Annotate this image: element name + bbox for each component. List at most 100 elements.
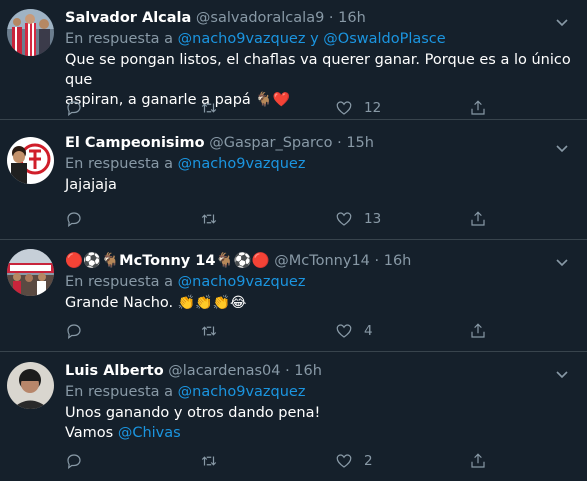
- avatar[interactable]: [7, 249, 54, 296]
- user-handle[interactable]: @salvadoralcala9: [196, 10, 324, 26]
- reply-button[interactable]: [65, 208, 83, 230]
- like-count: 4: [364, 323, 373, 339]
- share-button[interactable]: [469, 450, 487, 472]
- tweet-actions: 12: [65, 97, 565, 119]
- reply-conjunction: y: [310, 31, 319, 47]
- tweet-header: Luis Alberto @lacardenas04 · 16h: [65, 361, 575, 381]
- like-count: 12: [364, 100, 382, 116]
- avatar[interactable]: [7, 137, 54, 184]
- tweet-text-line: Que se pongan listos, el chaflas va quer…: [65, 52, 571, 88]
- tweet-text: Grande Nacho. 👏👏👏😂: [65, 293, 575, 313]
- tweet-text: Jajajaja: [65, 177, 117, 193]
- display-name[interactable]: El Campeonisimo: [65, 135, 205, 151]
- retweet-icon: [201, 103, 217, 113]
- reply-context: En respuesta a @nacho9vazquez: [65, 272, 575, 292]
- user-handle[interactable]: @lacardenas04: [168, 363, 280, 379]
- user-handle[interactable]: @McTonny14: [274, 253, 370, 269]
- share-icon: [471, 453, 485, 468]
- reply-prefix: En respuesta a: [65, 274, 174, 290]
- timestamp[interactable]: 16h: [338, 10, 366, 26]
- reply-icon: [67, 454, 81, 470]
- tweet-header: Salvador Alcala @salvadoralcala9 · 16h: [65, 8, 575, 28]
- mention-link[interactable]: @Chivas: [118, 425, 181, 441]
- share-button[interactable]: [469, 208, 487, 230]
- emoji: 👏👏👏😂: [177, 295, 247, 311]
- tweet-actions: 2: [65, 450, 565, 472]
- mention-link[interactable]: @nacho9vazquez: [178, 384, 306, 400]
- like-button[interactable]: 2: [335, 450, 373, 472]
- retweet-button[interactable]: [200, 208, 218, 230]
- share-button[interactable]: [469, 320, 487, 342]
- like-icon: [336, 101, 352, 115]
- share-button[interactable]: [469, 97, 487, 119]
- display-name[interactable]: 🔴⚽🐐McTonny 14🐐⚽🔴: [65, 253, 270, 269]
- name-emoji: 🐐⚽🔴: [215, 253, 270, 269]
- tweet-content: 🔴⚽🐐McTonny 14🐐⚽🔴 @McTonny14 · 16h En res…: [65, 251, 575, 313]
- share-icon: [471, 211, 485, 226]
- tweet-header: 🔴⚽🐐McTonny 14🐐⚽🔴 @McTonny14 · 16h: [65, 251, 575, 271]
- tweet-text-line: Unos ganando y otros dando pena!: [65, 405, 321, 421]
- tweet-text-segment: Grande Nacho.: [65, 295, 174, 311]
- like-button[interactable]: 12: [335, 97, 381, 119]
- reply-icon: [67, 101, 81, 117]
- retweet-button[interactable]: [200, 450, 218, 472]
- tweet-content: Luis Alberto @lacardenas04 · 16h En resp…: [65, 361, 575, 443]
- retweet-icon: [201, 456, 217, 466]
- name-text: McTonny 14: [119, 253, 216, 269]
- chevron-down-icon[interactable]: [555, 366, 569, 380]
- reply-icon: [67, 324, 81, 340]
- reply-icon: [67, 212, 81, 228]
- separator: ·: [337, 135, 342, 151]
- mention-link[interactable]: @nacho9vazquez: [178, 31, 306, 47]
- display-name[interactable]: Luis Alberto: [65, 363, 164, 379]
- chevron-down-icon[interactable]: [555, 254, 569, 268]
- reply-prefix: En respuesta a: [65, 156, 174, 172]
- chevron-down-icon[interactable]: [555, 14, 569, 28]
- mention-link[interactable]: @nacho9vazquez: [178, 156, 306, 172]
- timestamp[interactable]: 15h: [346, 135, 374, 151]
- tweet-text-segment: Vamos: [65, 425, 114, 441]
- share-icon: [471, 100, 485, 115]
- timestamp[interactable]: 16h: [384, 253, 412, 269]
- retweet-button[interactable]: [200, 97, 218, 119]
- retweet-icon: [201, 214, 217, 224]
- separator: ·: [328, 10, 334, 26]
- avatar[interactable]: [7, 9, 54, 56]
- reply-button[interactable]: [65, 450, 83, 472]
- replies-feed: Salvador Alcala @salvadoralcala9 · 16h E…: [0, 0, 587, 481]
- like-button[interactable]: 13: [335, 208, 381, 230]
- mention-link[interactable]: @OswaldoPlasce: [323, 31, 445, 47]
- reply-prefix: En respuesta a: [65, 31, 174, 47]
- tweet-content: El Campeonisimo @Gaspar_Sparco · 15h En …: [65, 133, 575, 195]
- like-count: 13: [364, 211, 382, 227]
- reply-context: En respuesta a @nacho9vazquez y @Oswaldo…: [65, 29, 575, 49]
- separator: ·: [285, 363, 290, 379]
- share-icon: [471, 323, 485, 338]
- tweet-actions: 13: [65, 208, 565, 230]
- separator: ·: [374, 253, 380, 269]
- tweet-actions: 4: [65, 320, 565, 342]
- tweet-content: Salvador Alcala @salvadoralcala9 · 16h E…: [65, 8, 575, 110]
- like-icon: [336, 324, 352, 338]
- mention-link[interactable]: @nacho9vazquez: [178, 274, 306, 290]
- avatar[interactable]: [7, 362, 54, 409]
- reply-context: En respuesta a @nacho9vazquez: [65, 382, 575, 402]
- chevron-down-icon[interactable]: [555, 140, 569, 154]
- reply-button[interactable]: [65, 97, 83, 119]
- tweet-header: El Campeonisimo @Gaspar_Sparco · 15h: [65, 133, 575, 153]
- name-emoji: 🔴⚽🐐: [65, 253, 120, 269]
- like-button[interactable]: 4: [335, 320, 373, 342]
- display-name[interactable]: Salvador Alcala: [65, 10, 191, 26]
- user-handle[interactable]: @Gaspar_Sparco: [209, 135, 332, 151]
- like-count: 2: [364, 453, 373, 469]
- like-icon: [336, 454, 352, 468]
- retweet-icon: [201, 326, 217, 336]
- reply-prefix: En respuesta a: [65, 384, 174, 400]
- retweet-button[interactable]: [200, 320, 218, 342]
- tweet-text: Unos ganando y otros dando pena! Vamos @…: [65, 403, 575, 443]
- reply-context: En respuesta a @nacho9vazquez: [65, 154, 575, 174]
- reply-button[interactable]: [65, 320, 83, 342]
- like-icon: [336, 212, 352, 226]
- tweet-text-line: Vamos @Chivas: [65, 423, 575, 443]
- timestamp[interactable]: 16h: [294, 363, 322, 379]
